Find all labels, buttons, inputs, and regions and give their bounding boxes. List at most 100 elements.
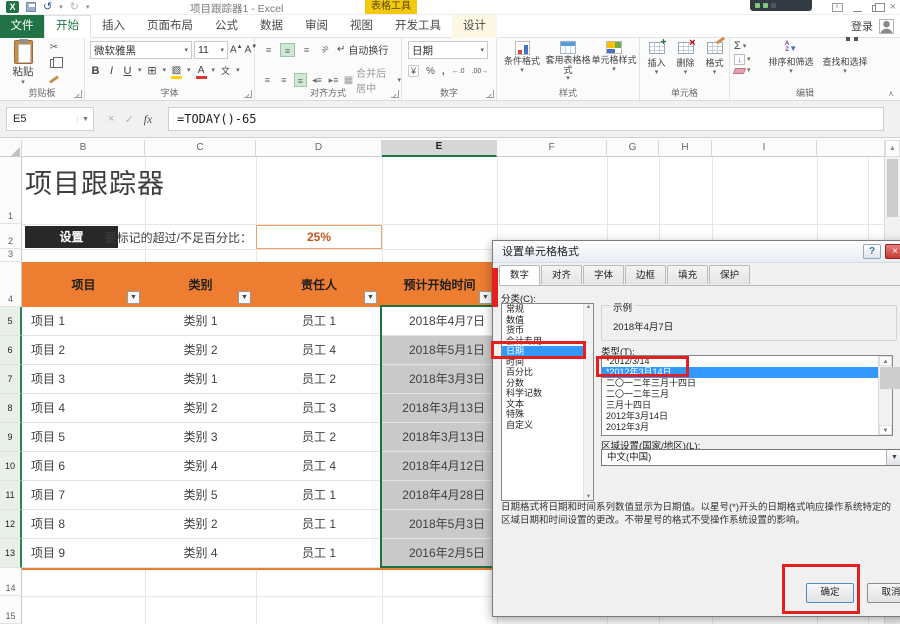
close-button[interactable]: × — [890, 0, 896, 14]
style-button[interactable]: 套用表格格式 ▾ — [545, 40, 591, 82]
align-middle-icon[interactable]: ≡ — [280, 43, 295, 57]
dialog-title[interactable]: 设置单元格格式 — [493, 241, 900, 263]
align-center-icon[interactable]: ≡ — [277, 73, 289, 87]
cell-project[interactable]: 项目 7 — [22, 481, 145, 509]
type-item[interactable]: *2012/3/14 — [602, 356, 878, 367]
cell-category[interactable]: 类别 5 — [145, 481, 256, 509]
cells-button[interactable]: 格式 ▾ — [700, 40, 729, 76]
save-icon[interactable] — [26, 2, 36, 12]
dialog-tab[interactable]: 保护 — [709, 265, 750, 284]
column-header[interactable]: E — [382, 140, 497, 157]
category-item[interactable]: 分数 — [502, 378, 593, 389]
align-right-icon[interactable]: ≡ — [294, 73, 307, 87]
cancel-button[interactable]: 取消 — [867, 583, 900, 603]
cell-start-date[interactable]: 2018年5月1日 — [382, 336, 497, 364]
cell-project[interactable]: 项目 3 — [22, 365, 145, 393]
row-header[interactable]: 14 — [0, 568, 22, 596]
minimize-button[interactable] — [853, 11, 862, 12]
increase-indent-icon[interactable]: ▸≡ — [327, 73, 339, 87]
table-header-cell[interactable]: 责任人 ▼ — [256, 262, 382, 307]
cell-start-date[interactable]: 2018年4月7日 — [382, 307, 497, 335]
filter-dropdown-icon[interactable]: ▼ — [127, 291, 140, 304]
type-item[interactable]: 2012年3月14日 — [602, 411, 878, 422]
table-header-cell[interactable]: 项目 ▼ — [22, 262, 145, 307]
category-item[interactable]: 数值 — [502, 315, 593, 326]
filter-dropdown-icon[interactable]: ▼ — [364, 291, 377, 304]
file-tab[interactable]: 文件 — [0, 15, 44, 38]
enter-formula-icon[interactable]: ✓ — [124, 113, 133, 126]
type-list-scrollbar[interactable]: ▲ ▼ — [878, 356, 892, 435]
type-item[interactable]: 二〇一二年三月 — [602, 389, 878, 400]
row-header[interactable]: 1 — [0, 157, 22, 224]
name-box[interactable]: E5 ▼ — [6, 107, 94, 131]
cell-owner[interactable]: 员工 1 — [256, 539, 382, 567]
type-item[interactable]: 二〇一二年三月十四日 — [602, 378, 878, 389]
cell-start-date[interactable]: 2018年4月28日 — [382, 481, 497, 509]
type-item[interactable]: 2012年3月 — [602, 422, 878, 433]
cell-category[interactable]: 类别 1 — [145, 365, 256, 393]
paste-button[interactable]: 粘贴 ▾ — [6, 40, 40, 88]
dialog-tab[interactable]: 填充 — [667, 265, 708, 284]
grow-font-icon[interactable]: A▲ — [230, 44, 243, 55]
type-item[interactable]: *2012年3月14日 — [602, 367, 878, 378]
ribbon-tab[interactable]: 开始 — [44, 15, 91, 38]
dialog-tab[interactable]: 字体 — [583, 265, 624, 284]
copy-icon[interactable] — [46, 57, 62, 70]
cell-owner[interactable]: 员工 2 — [256, 423, 382, 451]
phonetic-icon[interactable]: 文 — [220, 64, 231, 77]
cell-owner[interactable]: 员工 1 — [256, 481, 382, 509]
ribbon-tab[interactable]: 审阅 — [294, 15, 339, 38]
dialog-tab[interactable]: 边框 — [625, 265, 666, 284]
cell-start-date[interactable]: 2018年3月13日 — [382, 394, 497, 422]
row-header[interactable]: 6 — [0, 336, 22, 365]
align-top-icon[interactable]: ≡ — [261, 43, 276, 57]
column-header[interactable]: H — [659, 140, 712, 157]
cell-category[interactable]: 类别 4 — [145, 452, 256, 480]
cell-start-date[interactable]: 2018年3月3日 — [382, 365, 497, 393]
bold-button[interactable]: B — [90, 65, 101, 77]
row-header[interactable]: 9 — [0, 423, 22, 452]
decrease-decimal-icon[interactable]: .00→ — [472, 68, 489, 75]
category-list-scrollbar[interactable]: ▲▼ — [583, 304, 593, 500]
cut-icon[interactable]: ✂ — [46, 41, 62, 54]
type-item[interactable]: 三月十四日 — [602, 400, 878, 411]
borders-icon[interactable]: ⊞ — [147, 64, 158, 77]
undo-caret-icon[interactable]: ▾ — [59, 3, 63, 11]
threshold-value-cell[interactable]: 25% — [256, 225, 382, 249]
dialog-launcher-icon[interactable] — [486, 90, 494, 98]
redo-icon[interactable]: ↻ — [70, 1, 79, 13]
cell-owner[interactable]: 员工 3 — [256, 394, 382, 422]
cell-owner[interactable]: 员工 4 — [256, 336, 382, 364]
cell-start-date[interactable]: 2016年2月5日 — [382, 539, 497, 567]
ribbon-tab[interactable]: 开发工具 — [384, 15, 452, 38]
dialog-launcher-icon[interactable] — [391, 90, 399, 98]
cell-category[interactable]: 类别 2 — [145, 336, 256, 364]
scrollbar-thumb[interactable] — [887, 159, 898, 217]
style-button[interactable]: 条件格式 ▾ — [499, 40, 545, 82]
table-header-cell[interactable]: 类别 ▼ — [145, 262, 256, 307]
font-size-combo[interactable]: 11▾ — [194, 41, 228, 59]
qat-customize-icon[interactable]: ▾ — [86, 3, 90, 11]
category-item[interactable]: 货币 — [502, 325, 593, 336]
increase-decimal-icon[interactable]: ←.0 — [452, 68, 465, 75]
cell-owner[interactable]: 员工 1 — [256, 307, 382, 335]
collapse-ribbon-icon[interactable]: ∧ — [888, 89, 894, 98]
wrap-text-button[interactable]: ↵自动换行 — [337, 42, 388, 57]
ok-button[interactable]: 确定 — [806, 583, 854, 603]
cell-category[interactable]: 类别 3 — [145, 423, 256, 451]
cell-project[interactable]: 项目 4 — [22, 394, 145, 422]
cell-owner[interactable]: 员工 1 — [256, 510, 382, 538]
cell-category[interactable]: 类别 4 — [145, 539, 256, 567]
category-item[interactable]: 自定义 — [502, 420, 593, 431]
dialog-help-button[interactable]: ? — [863, 244, 881, 259]
row-header[interactable]: 13 — [0, 539, 22, 568]
cell-category[interactable]: 类别 1 — [145, 307, 256, 335]
align-left-icon[interactable]: ≡ — [261, 73, 273, 87]
ribbon-tab[interactable]: 设计 — [452, 15, 497, 38]
column-header[interactable]: I — [712, 140, 817, 157]
row-header[interactable]: 11 — [0, 481, 22, 510]
row-header[interactable]: 5 — [0, 307, 22, 336]
cell-project[interactable]: 项目 5 — [22, 423, 145, 451]
column-header[interactable]: B — [22, 140, 145, 157]
category-item[interactable]: 时间 — [502, 357, 593, 368]
